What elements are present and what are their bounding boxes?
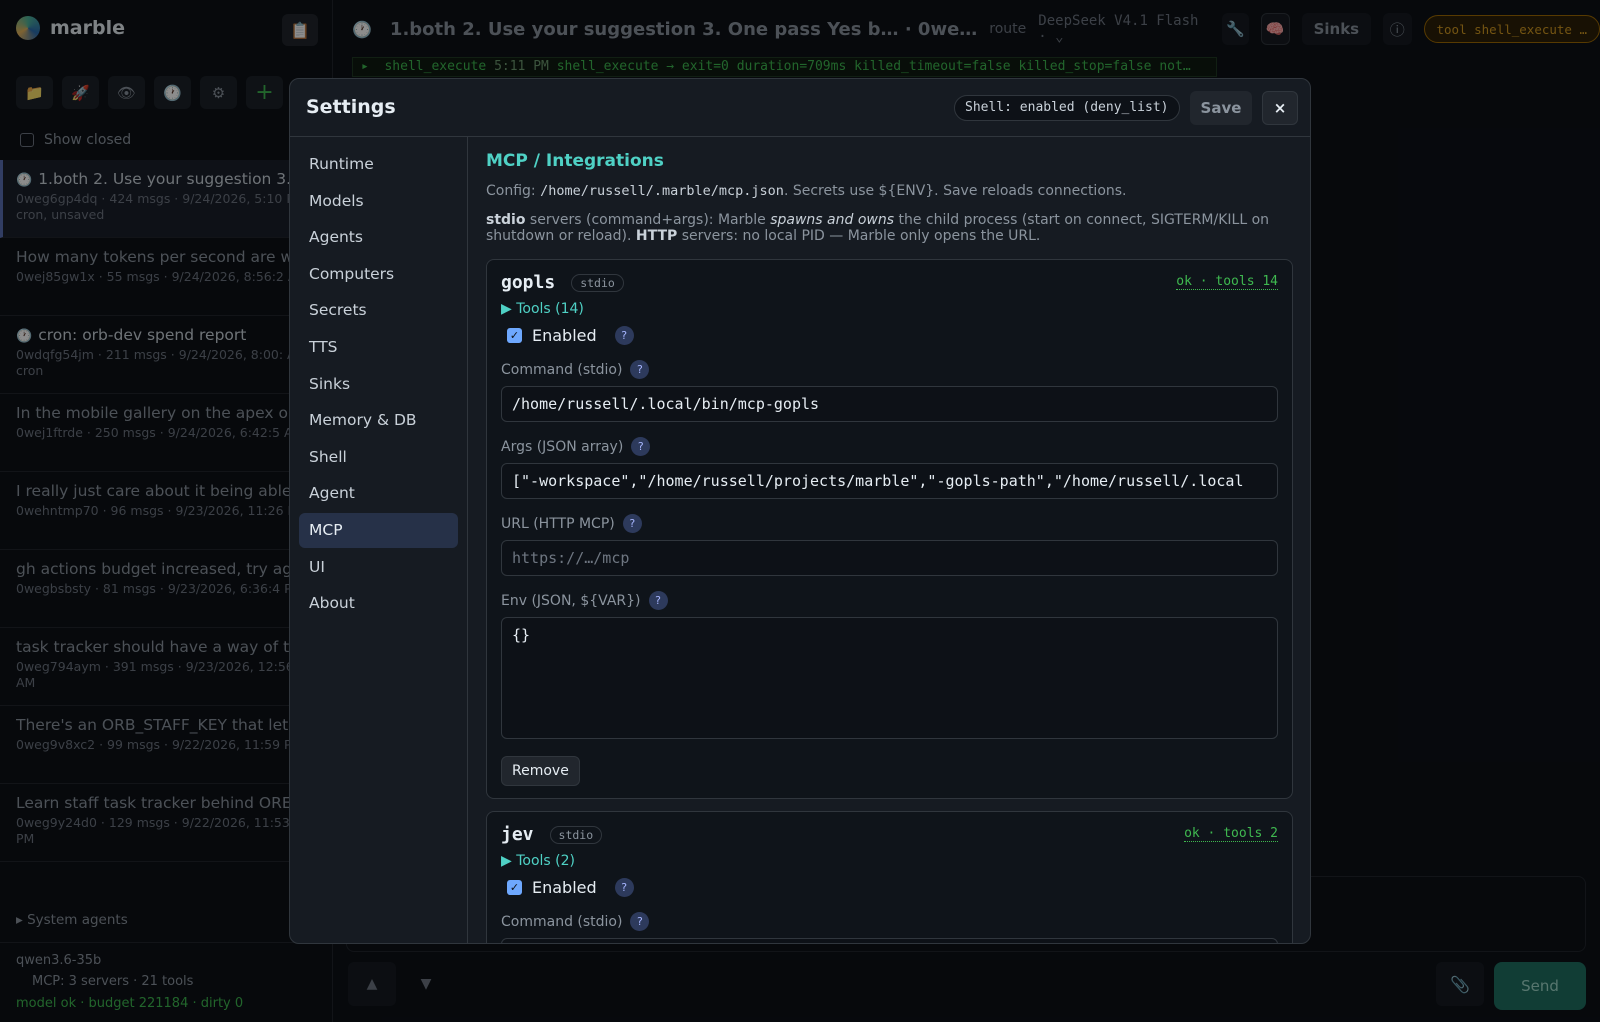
field-label: Command (stdio)? (501, 360, 1278, 379)
nav-item-memory-db[interactable]: Memory & DB (299, 403, 458, 438)
settings-nav: Runtime Models Agents Computers Secrets … (290, 137, 468, 943)
server-name: gopls (501, 272, 556, 293)
settings-content: MCP / Integrations Config: /home/russell… (468, 137, 1310, 943)
desc-part-3: servers: no local PID — Marble only open… (677, 228, 1041, 244)
enabled-row: ✓ Enabled ? (501, 878, 1278, 897)
help-icon[interactable]: ? (630, 912, 650, 931)
env-label: Env (JSON, ${VAR}) (501, 592, 641, 609)
help-icon[interactable]: ? (648, 591, 668, 610)
help-icon[interactable]: ? (630, 360, 650, 379)
command-input[interactable]: /home/russell/.local/bin/mcp-gopls (501, 386, 1278, 422)
config-prefix: Config: (486, 183, 536, 199)
tools-toggle[interactable]: ▶ Tools (14) (501, 301, 1278, 317)
args-label: Args (JSON array) (501, 438, 624, 455)
config-path: /home/russell/.marble/mcp.json (540, 183, 784, 199)
server-card-gopls: gopls stdio ok · tools 14 ▶ Tools (14) ✓… (486, 259, 1293, 799)
nav-item-agent[interactable]: Agent (299, 476, 458, 511)
nav-item-ui[interactable]: UI (299, 550, 458, 585)
nav-item-computers[interactable]: Computers (299, 257, 458, 292)
nav-item-tts[interactable]: TTS (299, 330, 458, 365)
help-icon[interactable]: ? (622, 514, 642, 533)
help-icon[interactable]: ? (631, 437, 651, 456)
env-textarea[interactable]: {} (501, 617, 1278, 739)
enabled-label: Enabled (532, 326, 597, 345)
nav-item-sinks[interactable]: Sinks (299, 367, 458, 402)
config-suffix: . Secrets use ${ENV}. Save reloads conne… (783, 183, 1127, 199)
save-button[interactable]: Save (1190, 91, 1252, 125)
enabled-checkbox[interactable]: ✓ (507, 880, 522, 895)
url-input[interactable]: https://…/mcp (501, 540, 1278, 576)
nav-item-models[interactable]: Models (299, 184, 458, 219)
tools-toggle[interactable]: ▶ Tools (2) (501, 853, 1278, 869)
settings-title: Settings (306, 96, 396, 118)
nav-item-runtime[interactable]: Runtime (299, 147, 458, 182)
field-label: Command (stdio)? (501, 912, 1278, 931)
command-input[interactable] (501, 938, 1278, 943)
enabled-checkbox[interactable]: ✓ (507, 328, 522, 343)
nav-item-shell[interactable]: Shell (299, 440, 458, 475)
url-label: URL (HTTP MCP) (501, 515, 615, 532)
field-label: Env (JSON, ${VAR})? (501, 591, 1278, 610)
server-status[interactable]: ok · tools 2 (1184, 826, 1278, 842)
field-label: Args (JSON array)? (501, 437, 1278, 456)
server-name: jev (501, 824, 534, 845)
transport-badge: stdio (549, 825, 603, 844)
app-root: marble 📋 📁 🚀 👁 🕐 ⚙ + Show closed 🕐 1.both… (0, 0, 1600, 1022)
settings-modal: Settings Shell: enabled (deny_list) Save… (289, 78, 1311, 944)
section-title: MCP / Integrations (486, 151, 664, 171)
command-label: Command (stdio) (501, 913, 623, 930)
nav-item-mcp[interactable]: MCP (299, 512, 458, 548)
help-icon[interactable]: ? (614, 878, 634, 897)
desc-part-1: servers (command+args): Marble (525, 212, 771, 228)
settings-header: Settings Shell: enabled (deny_list) Save… (290, 79, 1310, 137)
help-icon[interactable]: ? (614, 326, 634, 345)
transport-badge: stdio (571, 273, 624, 292)
args-input[interactable]: ["-workspace","/home/russell/projects/ma… (501, 463, 1278, 499)
desc-italic: spawns and owns (770, 212, 895, 228)
remove-button[interactable]: Remove (501, 756, 580, 786)
nav-item-agents[interactable]: Agents (299, 220, 458, 255)
shell-status-badge: Shell: enabled (deny_list) (954, 95, 1180, 121)
nav-item-secrets[interactable]: Secrets (299, 293, 458, 328)
nav-item-about[interactable]: About (299, 586, 458, 621)
server-card-jev: jev stdio ok · tools 2 ▶ Tools (2) ✓ Ena… (486, 811, 1293, 943)
desc-http: HTTP (635, 228, 678, 244)
config-line: Config: /home/russell/.marble/mcp.json. … (486, 183, 1293, 199)
server-status[interactable]: ok · tools 14 (1176, 274, 1278, 290)
enabled-row: ✓ Enabled ? (501, 326, 1278, 345)
command-label: Command (stdio) (501, 361, 623, 378)
field-label: URL (HTTP MCP)? (501, 514, 1278, 533)
desc-stdio: stdio (486, 212, 526, 228)
close-icon[interactable]: × (1262, 91, 1298, 125)
enabled-label: Enabled (532, 878, 597, 897)
mcp-description: stdio servers (command+args): Marble spa… (486, 212, 1293, 244)
